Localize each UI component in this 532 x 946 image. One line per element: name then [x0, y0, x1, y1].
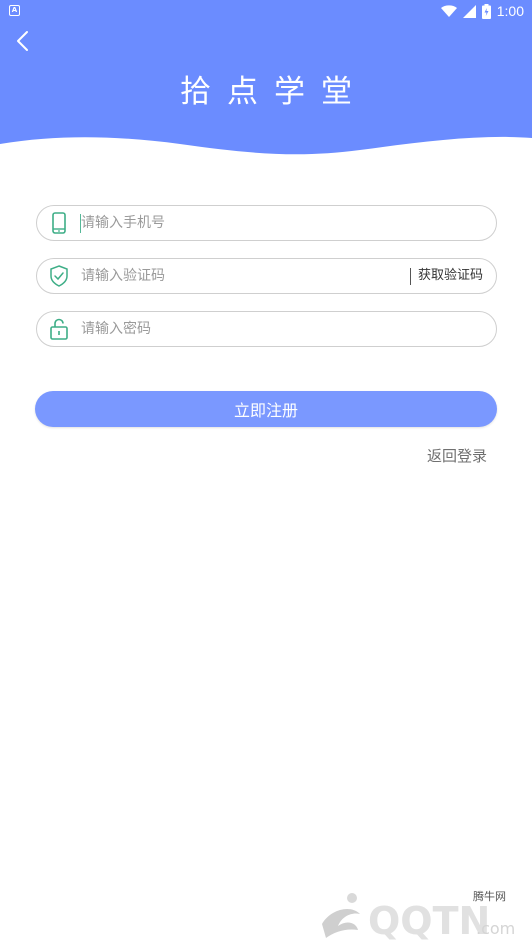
app-title: 拾点学堂	[180, 74, 368, 110]
status-time: 1:00	[496, 3, 524, 19]
svg-text:QQTN: QQTN	[368, 899, 490, 942]
svg-text:.com: .com	[476, 919, 515, 938]
chevron-left-icon	[17, 31, 28, 51]
back-button[interactable]	[10, 28, 36, 54]
verification-code-field[interactable]: 获取验证码	[36, 258, 497, 294]
back-to-login-link[interactable]: 返回登录	[427, 445, 487, 466]
verification-code-input[interactable]	[81, 259, 401, 293]
phone-field[interactable]	[36, 205, 497, 241]
watermark: QQTN .com 腾牛网	[316, 884, 526, 942]
lock-icon	[50, 318, 68, 340]
password-input[interactable]	[81, 312, 481, 346]
watermark-label: 腾牛网	[473, 890, 506, 903]
status-bar: A 1:00	[0, 0, 532, 22]
notification-badge: A	[9, 5, 20, 16]
shield-check-icon	[50, 265, 68, 287]
password-field[interactable]	[36, 311, 497, 347]
phone-input[interactable]	[81, 206, 481, 240]
header-wave	[0, 136, 532, 164]
divider	[410, 268, 411, 285]
get-code-button[interactable]: 获取验证码	[418, 259, 483, 293]
battery-icon	[481, 3, 491, 19]
wifi-icon	[440, 4, 457, 17]
signal-icon	[462, 4, 476, 18]
register-button[interactable]: 立即注册	[35, 391, 497, 427]
phone-icon	[52, 212, 66, 234]
